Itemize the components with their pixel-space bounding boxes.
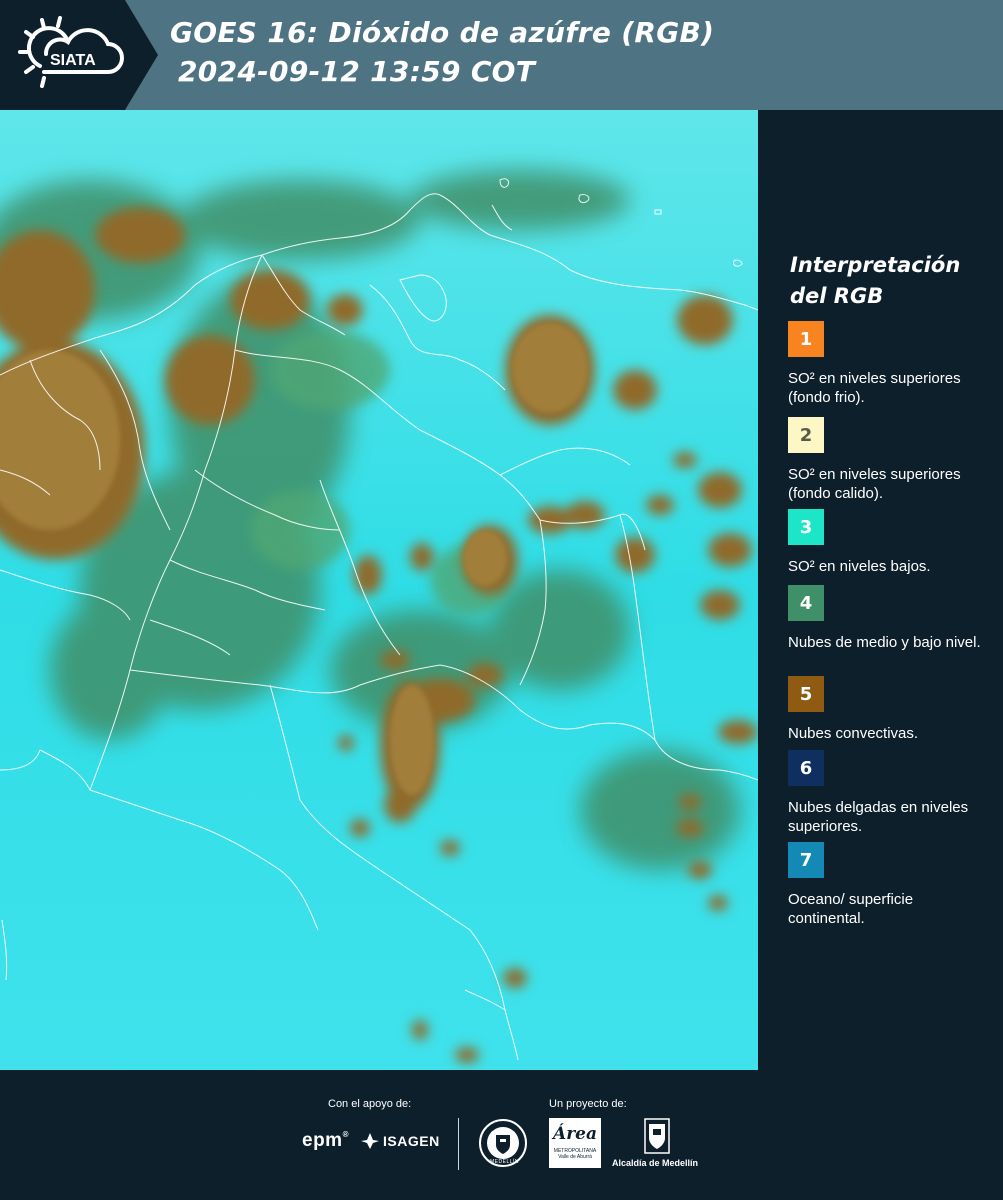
area-metropolitana-logo: Área METROPOLITANA Valle de Aburrá	[549, 1118, 601, 1168]
legend-swatch-2: 2	[788, 417, 824, 453]
legend-number-6: 6	[799, 757, 813, 779]
footer-divider	[458, 1118, 459, 1170]
isagen-logo: ISAGEN	[360, 1132, 440, 1150]
support-label: Con el apoyo de:	[328, 1098, 412, 1110]
legend-number-1: 1	[799, 328, 813, 350]
alcaldia-shield-icon	[644, 1118, 670, 1154]
alcaldia-label: Alcaldía de Medellín	[612, 1158, 699, 1168]
legend-item-6: 6 Nubes delgadas en niveles superiores.	[788, 750, 988, 836]
legend-title: Interpretación del RGB	[790, 250, 990, 312]
legend-swatch-6: 6	[788, 750, 824, 786]
legend-swatch-5: 5	[788, 676, 824, 712]
legend-label-5: Nubes convectivas.	[788, 725, 919, 742]
isagen-logo-text: ISAGEN	[383, 1133, 440, 1149]
legend-number-2: 2	[799, 424, 813, 446]
legend-swatch-1: 1	[788, 321, 824, 357]
legend-title-line2: del RGB	[790, 284, 884, 308]
legend-swatch-3: 3	[788, 509, 824, 545]
medellin-seal-text: MEDELLÍN	[490, 1159, 520, 1165]
legend-title-line1: Interpretación	[790, 253, 961, 277]
epm-logo-text: epm	[302, 1130, 343, 1151]
legend-item-7: 7 Oceano/ superficie continental.	[788, 842, 988, 928]
page-title: GOES 16: Dióxido de azúfre (RGB)	[170, 16, 715, 49]
legend-label-3: SO² en niveles bajos.	[788, 558, 931, 575]
header: SIATA GOES 16: Dióxido de azúfre (RGB) 2…	[0, 0, 1003, 110]
siata-logo-text: SIATA	[50, 52, 96, 69]
legend-item-3: 3 SO² en niveles bajos.	[788, 509, 988, 576]
epm-logo: epm®	[302, 1130, 349, 1151]
legend-label-4: Nubes de medio y bajo nivel.	[788, 634, 981, 651]
legend-item-5: 5 Nubes convectivas.	[788, 676, 988, 743]
legend-number-5: 5	[799, 683, 813, 705]
legend-item-2: 2 SO² en niveles superiores (fondo calid…	[788, 417, 988, 503]
isagen-icon	[361, 1133, 379, 1149]
legend-swatch-7: 7	[788, 842, 824, 878]
siata-logo: SIATA	[18, 16, 124, 88]
legend-item-1: 1 SO² en niveles superiores (fondo frio)…	[788, 321, 988, 407]
legend-label-7: Oceano/ superficie continental.	[788, 891, 914, 927]
legend-item-4: 4 Nubes de medio y bajo nivel.	[788, 585, 988, 652]
legend-panel: Interpretación del RGB 1 SO² en niveles …	[758, 110, 1003, 1070]
legend-label-2: SO² en niveles superiores (fondo calido)…	[788, 466, 961, 502]
area-brand: Área	[553, 1124, 597, 1144]
legend-number-4: 4	[799, 592, 813, 614]
legend-number-7: 7	[799, 849, 813, 871]
legend-swatch-4: 4	[788, 585, 824, 621]
legend-label-1: SO² en niveles superiores (fondo frio).	[788, 370, 961, 406]
satellite-map[interactable]	[0, 110, 758, 1070]
project-label: Un proyecto de:	[549, 1098, 627, 1110]
legend-number-3: 3	[799, 516, 813, 538]
page-timestamp: 2024-09-12 13:59 COT	[178, 55, 536, 88]
footer: Con el apoyo de: Un proyecto de: epm® IS…	[0, 1070, 1003, 1200]
satellite-map-image	[0, 110, 758, 1070]
area-sub2: Valle de Aburrá	[558, 1154, 592, 1160]
legend-label-6: Nubes delgadas en niveles superiores.	[788, 799, 969, 835]
